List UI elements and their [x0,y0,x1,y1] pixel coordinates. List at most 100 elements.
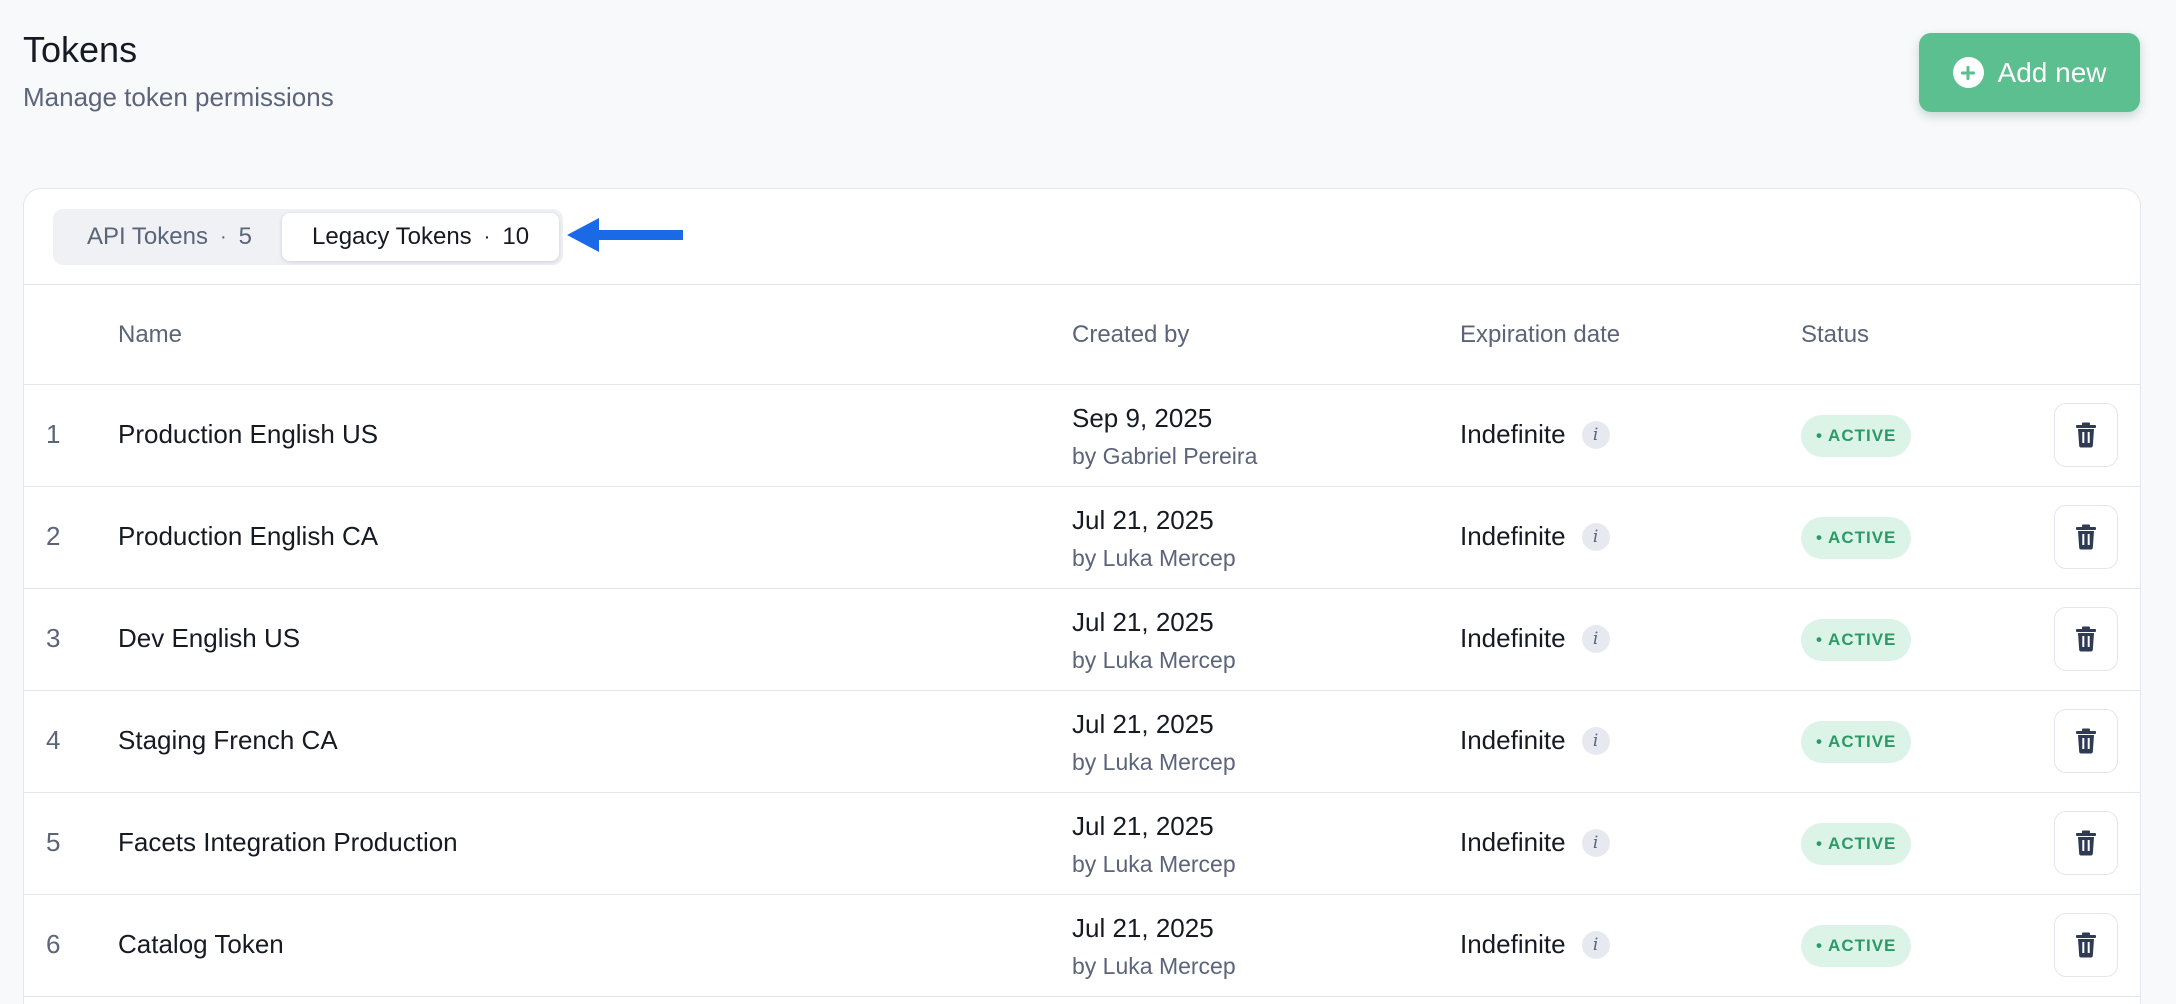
created-date: Jul 21, 2025 [1072,709,1214,739]
info-icon[interactable]: i [1581,420,1610,449]
delete-button[interactable] [2054,811,2118,875]
token-name: Facets Integration Production [118,827,458,857]
info-icon[interactable]: i [1581,828,1610,857]
page-header: Tokens Manage token permissions [23,28,334,114]
token-name: Staging French CA [118,725,338,755]
status-cell: • ACTIVE [1801,925,1912,967]
tab-api-tokens[interactable]: API Tokens · 5 [57,213,282,261]
status-badge: • ACTIVE [1801,415,1912,457]
delete-cell [2054,913,2118,977]
delete-button[interactable] [2054,607,2118,671]
token-tabs: API Tokens · 5 Legacy Tokens · 10 [53,209,564,265]
status-badge: • ACTIVE [1801,721,1912,763]
created-by: by Luka Mercep [1072,749,1236,775]
row-index: 4 [46,725,61,755]
token-name: Production English US [118,419,379,449]
created-by: by Luka Mercep [1072,953,1236,979]
trash-icon [2076,830,2096,856]
delete-cell [2054,505,2118,569]
column-header-created-by: Created by [1072,321,1190,348]
tab-label: API Tokens [87,223,208,250]
expiration: Indefinite i [1460,419,1610,450]
tab-count: 10 [502,223,530,250]
plus-circle-icon [1952,57,1984,88]
row-index: 1 [46,419,61,449]
column-header-expiration: Expiration date [1460,321,1621,348]
tab-count: 5 [238,223,252,250]
delete-button[interactable] [2054,913,2118,977]
row-index: 2 [46,521,61,551]
expiration: Indefinite i [1460,929,1610,960]
tab-label: Legacy Tokens [312,223,472,250]
expiration: Indefinite i [1460,725,1610,756]
column-header-name: Name [118,321,183,348]
table-header: Name Created by Expiration date Status [24,285,2140,385]
tab-separator: · [219,225,227,248]
add-new-label: Add new [1997,56,2107,88]
created-by: by Luka Mercep [1072,647,1236,673]
arrow-left-icon [567,218,683,252]
table-row: 6 Catalog Token Jul 21, 2025 by Luka Mer… [24,895,2140,997]
expiration: Indefinite i [1460,623,1610,654]
expiration-value: Indefinite [1460,419,1566,449]
column-header-status: Status [1801,321,1870,348]
token-name: Catalog Token [118,929,284,959]
row-index: 3 [46,623,61,653]
created-by: by Luka Mercep [1072,545,1236,571]
trash-icon [2076,728,2096,754]
info-icon[interactable]: i [1581,726,1610,755]
trash-icon [2076,932,2096,958]
delete-cell [2054,607,2118,671]
page-subtitle: Manage token permissions [23,82,334,112]
info-icon[interactable]: i [1581,930,1610,959]
trash-icon [2076,524,2096,550]
tabs-bar: API Tokens · 5 Legacy Tokens · 10 [24,189,2140,285]
status-cell: • ACTIVE [1801,517,1912,559]
table-row: 5 Facets Integration Production Jul 21, … [24,793,2140,895]
table-row: 2 Production English CA Jul 21, 2025 by … [24,487,2140,589]
delete-cell [2054,403,2118,467]
delete-cell [2054,709,2118,773]
created-date: Jul 21, 2025 [1072,505,1214,535]
tokens-page: Tokens Manage token permissions Add new … [0,0,2176,1004]
expiration-value: Indefinite [1460,521,1566,551]
add-new-button[interactable]: Add new [1919,33,2140,112]
status-badge: • ACTIVE [1801,925,1912,967]
table-row: 1 Production English US Sep 9, 2025 by G… [24,385,2140,487]
token-name: Production English CA [118,521,379,551]
row-index: 5 [46,827,61,857]
expiration-value: Indefinite [1460,929,1566,959]
expiration-value: Indefinite [1460,623,1566,653]
tab-separator: · [483,225,491,248]
tokens-card: API Tokens · 5 Legacy Tokens · 10 Name C… [23,188,2141,1004]
created-date: Jul 21, 2025 [1072,811,1214,841]
token-name: Dev English US [118,623,301,653]
info-icon[interactable]: i [1581,624,1610,653]
created-date: Sep 9, 2025 [1072,403,1213,433]
expiration-value: Indefinite [1460,827,1566,857]
page-title: Tokens [23,29,138,70]
delete-button[interactable] [2054,403,2118,467]
status-badge: • ACTIVE [1801,823,1912,865]
status-cell: • ACTIVE [1801,415,1912,457]
status-cell: • ACTIVE [1801,823,1912,865]
expiration-value: Indefinite [1460,725,1566,755]
row-index: 6 [46,929,61,959]
expiration: Indefinite i [1460,827,1610,858]
trash-icon [2076,626,2096,652]
status-cell: • ACTIVE [1801,619,1912,661]
info-icon[interactable]: i [1581,522,1610,551]
status-cell: • ACTIVE [1801,721,1912,763]
expiration: Indefinite i [1460,521,1610,552]
delete-button[interactable] [2054,505,2118,569]
table-row: 3 Dev English US Jul 21, 2025 by Luka Me… [24,589,2140,691]
created-by: by Gabriel Pereira [1072,443,1258,469]
created-date: Jul 21, 2025 [1072,607,1214,637]
delete-cell [2054,811,2118,875]
tab-legacy-tokens[interactable]: Legacy Tokens · 10 [282,213,560,261]
created-by: by Luka Mercep [1072,851,1236,877]
table-row: 4 Staging French CA Jul 21, 2025 by Luka… [24,691,2140,793]
delete-button[interactable] [2054,709,2118,773]
created-date: Jul 21, 2025 [1072,913,1214,943]
status-badge: • ACTIVE [1801,517,1912,559]
